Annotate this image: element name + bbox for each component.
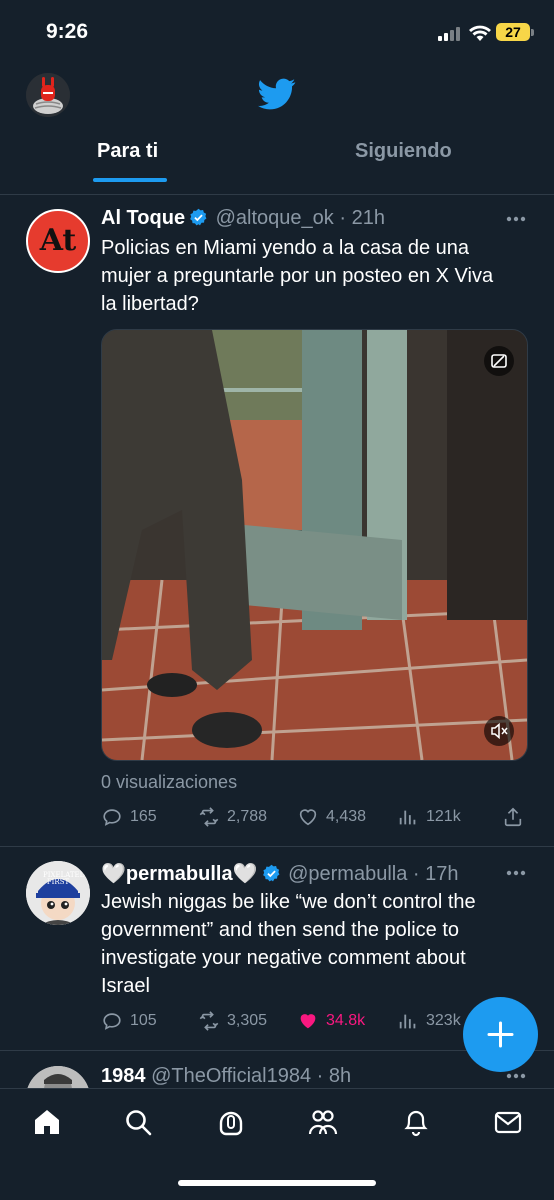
avatar[interactable] — [26, 1066, 90, 1088]
like-count: 4,438 — [326, 808, 367, 825]
messages-icon[interactable] — [493, 1107, 523, 1137]
plus-icon — [487, 1021, 514, 1048]
timestamp: 8h — [328, 1065, 352, 1087]
tweet-header: 🤍permabulla🤍 @permabulla · 17h — [101, 861, 458, 886]
more-options-icon[interactable] — [506, 216, 526, 222]
home-icon[interactable] — [32, 1107, 62, 1137]
tweet-text: Jewish niggas be like “we don’t control … — [101, 891, 476, 997]
avatar-cap-text: PIXELATED FIRST — [43, 871, 86, 886]
like-count: 34.8k — [326, 1012, 366, 1029]
handle[interactable]: @TheOfficial1984 — [151, 1065, 311, 1087]
tweet-header: 1984 @TheOfficial1984 · 8h — [101, 1065, 351, 1088]
view-count: 0 visualizaciones — [101, 772, 238, 792]
display-name[interactable]: 1984 — [101, 1065, 146, 1087]
analytics-icon — [399, 1014, 416, 1029]
home-indicator — [178, 1180, 376, 1186]
display-name[interactable]: 🤍permabulla🤍 — [101, 863, 258, 885]
retweet-button[interactable]: 3,305 — [198, 1009, 267, 1033]
like-button[interactable]: 4,438 — [297, 805, 366, 829]
heart-icon — [299, 809, 317, 826]
separator-dot: · — [407, 863, 426, 885]
tab-for-you[interactable]: Para ti — [97, 140, 158, 163]
active-tab-indicator — [93, 178, 167, 182]
retweet-icon — [199, 807, 219, 827]
timestamp: 21h — [351, 207, 385, 229]
retweet-count: 2,788 — [227, 808, 268, 825]
retweet-count: 3,305 — [227, 1012, 268, 1029]
retweet-icon — [199, 1011, 219, 1031]
battery-tip — [531, 29, 534, 36]
avatar-monogram: At — [39, 223, 77, 258]
video-frame — [102, 330, 527, 760]
more-options-icon[interactable] — [506, 870, 526, 876]
avatar[interactable]: At — [26, 209, 90, 273]
cellular-signal-icon — [438, 27, 462, 41]
captions-icon[interactable] — [484, 346, 514, 376]
heart-filled-icon — [300, 1014, 316, 1029]
analytics-button[interactable]: 323k — [397, 1009, 461, 1033]
notifications-icon[interactable] — [401, 1107, 431, 1137]
impression-count: 323k — [426, 1012, 461, 1029]
share-icon — [504, 807, 522, 827]
verified-badge-icon — [262, 864, 279, 882]
analytics-button[interactable]: 121k — [397, 805, 461, 829]
timestamp: 17h — [425, 863, 459, 885]
display-name[interactable]: Al Toque — [101, 207, 185, 229]
video-player[interactable] — [101, 329, 528, 761]
separator-dot: · — [311, 1065, 329, 1087]
muted-volume-icon[interactable] — [484, 716, 514, 746]
tweet-text: Policias en Miami yendo a la casa de una… — [101, 237, 494, 315]
profile-avatar-icon — [26, 73, 70, 117]
tweet-header: Al Toque @altoque_ok · 21h — [101, 207, 385, 230]
status-bar: 9:26 27 — [0, 0, 554, 62]
like-button[interactable]: 34.8k — [297, 1009, 365, 1033]
wifi-icon — [469, 25, 491, 41]
profile-avatar-button[interactable] — [26, 73, 70, 117]
avatar[interactable]: PIXELATED FIRST — [26, 861, 90, 925]
impression-count: 121k — [426, 808, 461, 825]
verified-badge-icon — [190, 208, 207, 226]
compose-tweet-button[interactable] — [463, 997, 538, 1072]
tweet-actions: 165 2,788 4,438 121k — [101, 805, 531, 829]
reply-count: 165 — [130, 808, 157, 825]
spaces-icon[interactable] — [216, 1107, 246, 1137]
more-options-icon[interactable] — [506, 1073, 526, 1079]
avatar-portrait — [26, 1066, 90, 1088]
handle[interactable]: @altoque_ok — [216, 207, 334, 229]
battery-indicator: 27 — [496, 23, 530, 41]
reply-button[interactable]: 105 — [101, 1009, 157, 1033]
twitter-bird-logo-icon[interactable] — [258, 75, 296, 113]
search-icon[interactable] — [123, 1107, 153, 1137]
reply-count: 105 — [130, 1012, 157, 1029]
analytics-icon — [399, 810, 416, 825]
handle[interactable]: @permabulla — [288, 863, 407, 885]
tweet-altoque[interactable]: At Al Toque @altoque_ok · 21h Policias e… — [0, 194, 554, 847]
retweet-button[interactable]: 2,788 — [198, 805, 267, 829]
reply-button[interactable]: 165 — [101, 805, 157, 829]
separator-dot: · — [333, 207, 352, 229]
status-time: 9:26 — [46, 20, 89, 43]
communities-icon[interactable] — [308, 1107, 338, 1137]
tab-following[interactable]: Siguiendo — [355, 140, 452, 163]
reply-icon — [103, 809, 121, 826]
share-button[interactable] — [502, 805, 531, 829]
reply-icon — [103, 1013, 121, 1030]
timeline-header: Para ti Siguiendo — [0, 62, 554, 195]
